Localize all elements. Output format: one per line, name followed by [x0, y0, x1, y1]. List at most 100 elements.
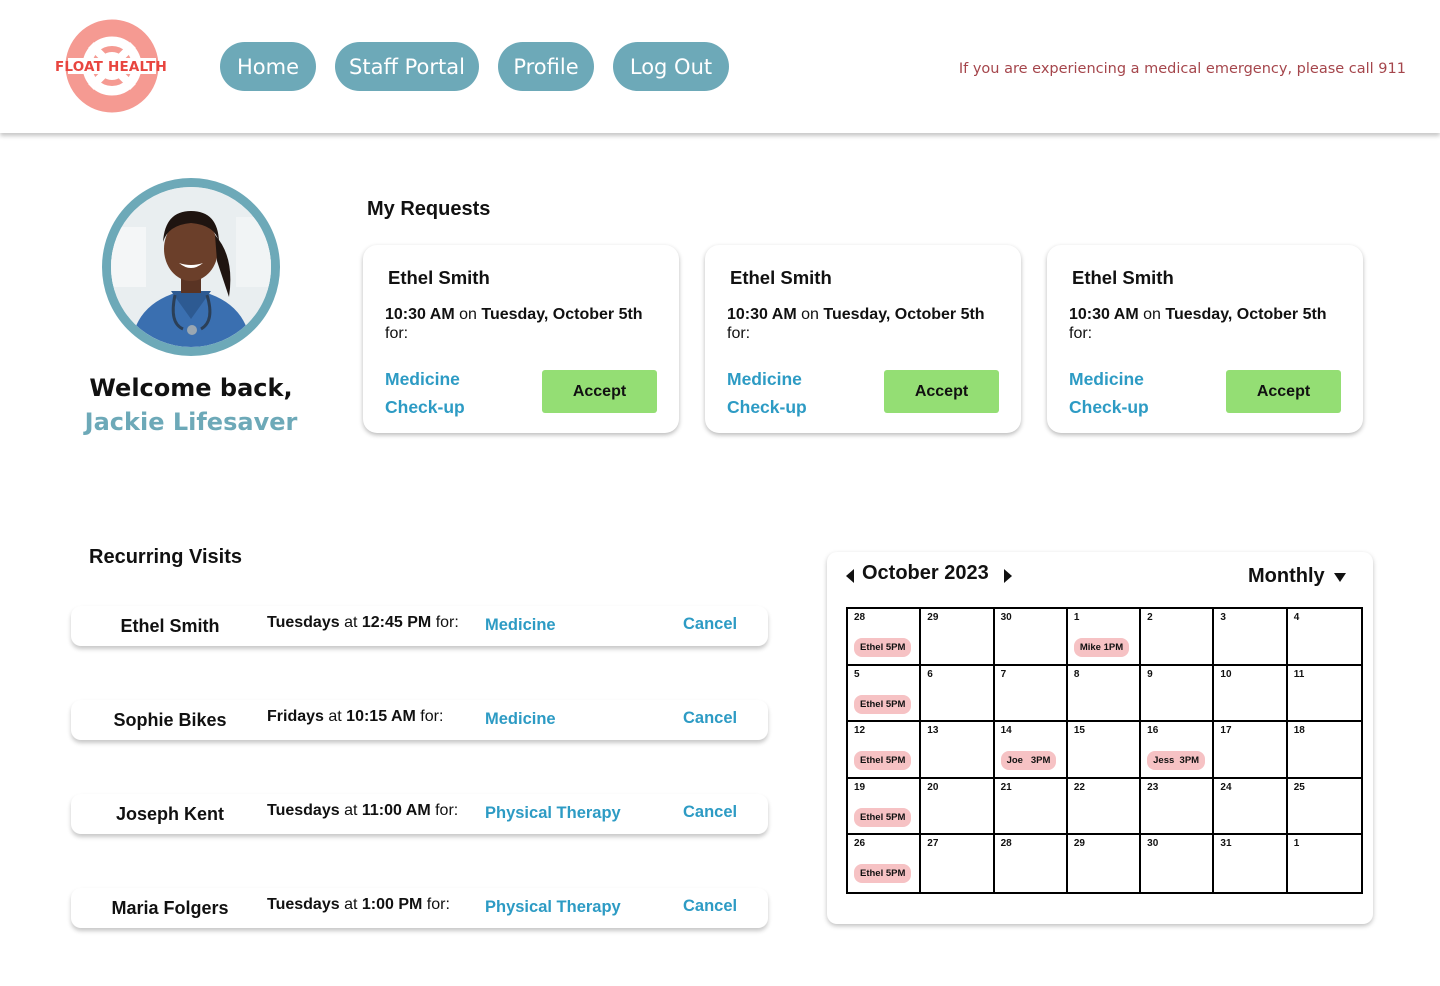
nav-home-button[interactable]: Home — [220, 42, 316, 91]
visit-patient-name: Joseph Kent — [115, 804, 225, 824]
nav-profile-button[interactable]: Profile — [498, 42, 594, 91]
calendar-event-chip[interactable]: Ethel 5PM — [854, 694, 912, 714]
calendar-day-cell[interactable]: 25 — [1287, 779, 1361, 836]
calendar-day-cell[interactable]: 23 — [1141, 778, 1215, 836]
accept-button[interactable]: Accept — [1226, 370, 1341, 413]
calendar-day-number: 11 — [1293, 668, 1305, 680]
calendar-day-cell[interactable]: 30 — [1141, 835, 1215, 892]
calendar-day-number: 14 — [1000, 725, 1012, 737]
calendar-day-cell[interactable]: 31 — [1214, 835, 1288, 892]
calendar-day-cell[interactable]: 29 — [921, 609, 995, 666]
recurring-visit-row: Joseph Kent Tuesdays at 11:00 AM for: Ph… — [71, 794, 768, 834]
cancel-button[interactable]: Cancel — [683, 615, 737, 634]
calendar-day-number: 26 — [854, 838, 866, 850]
calendar-day-cell[interactable]: 24 — [1214, 778, 1288, 836]
request-patient-name: Ethel Smith — [1072, 267, 1174, 288]
calendar-event-chip[interactable]: Mike 1PM — [1073, 638, 1130, 657]
recurring-visit-row: Sophie Bikes Fridays at 10:15 AM for: Me… — [71, 700, 768, 740]
calendar-day-cell[interactable]: 30 — [994, 609, 1068, 666]
calendar-day-cell[interactable]: 6 — [921, 665, 995, 723]
request-card: Ethel Smith 10:30 AM on Tuesday, October… — [363, 245, 679, 433]
calendar-event-chip[interactable]: Ethel 5PM — [854, 751, 912, 771]
visit-type: Medicine — [485, 710, 556, 728]
calendar-day-number: 30 — [1147, 838, 1159, 850]
calendar-day-cell[interactable]: 1 — [1288, 835, 1361, 892]
request-type: Medicine Check-up — [1069, 369, 1149, 417]
nurse-photo-icon — [111, 187, 271, 347]
calendar-day-cell[interactable]: 3 — [1214, 609, 1288, 666]
user-name: Jackie Lifesaver — [84, 408, 298, 436]
float-health-logo[interactable]: FLOAT HEALTH — [48, 18, 176, 116]
calendar-day-cell[interactable]: 21 — [994, 778, 1068, 836]
calendar-day-cell[interactable]: 14 Joe 3PM — [994, 722, 1068, 779]
visit-type: Physical Therapy — [485, 898, 621, 916]
calendar-event-chip[interactable]: Ethel 5PM — [854, 638, 912, 657]
calendar-day-cell[interactable]: 17 — [1214, 722, 1288, 779]
calendar-day-cell[interactable]: 4 — [1287, 609, 1361, 666]
calendar-day-number: 29 — [1073, 838, 1085, 850]
calendar-day-cell[interactable]: 29 — [1068, 835, 1142, 892]
calendar-day-number: 10 — [1220, 668, 1232, 680]
recurring-visits-title: Recurring Visits — [89, 546, 243, 568]
calendar-day-number: 29 — [927, 612, 939, 623]
calendar-day-number: 7 — [1000, 668, 1007, 680]
calendar-day-cell[interactable]: 15 — [1067, 722, 1142, 779]
calendar-day-cell[interactable]: 20 — [921, 778, 995, 836]
calendar-view-dropdown[interactable]: Monthly — [1248, 565, 1347, 588]
calendar-day-cell[interactable]: 26 Ethel 5PM — [848, 835, 922, 892]
calendar-day-number: 27 — [927, 838, 939, 850]
calendar-day-cell[interactable]: 13 — [921, 722, 995, 779]
calendar-day-number: 24 — [1220, 781, 1232, 793]
calendar-day-cell[interactable]: 2 — [1141, 609, 1215, 666]
calendar-view-label: Monthly — [1248, 565, 1325, 587]
cancel-button[interactable]: Cancel — [683, 709, 737, 728]
calendar-day-number: 25 — [1293, 781, 1305, 793]
calendar-day-cell[interactable]: 19 Ethel 5PM — [848, 778, 922, 836]
calendar-day-cell[interactable]: 18 — [1287, 722, 1361, 779]
nav-staff-portal-button[interactable]: Staff Portal — [335, 42, 479, 91]
calendar-day-cell[interactable]: 27 — [921, 835, 995, 892]
cancel-button[interactable]: Cancel — [683, 803, 737, 822]
calendar-day-number: 12 — [854, 725, 866, 737]
cancel-button[interactable]: Cancel — [683, 897, 737, 916]
calendar-day-cell[interactable]: 12 Ethel 5PM — [848, 722, 922, 779]
calendar-day-number: 9 — [1147, 668, 1153, 680]
calendar-event-chip[interactable]: Jess 3PM — [1147, 751, 1206, 771]
calendar-day-cell[interactable]: 1 Mike 1PM — [1067, 609, 1142, 666]
calendar-day-cell[interactable]: 28 Ethel 5PM — [848, 609, 922, 666]
calendar-day-cell[interactable]: 8 — [1067, 665, 1142, 723]
visit-patient-name: Sophie Bikes — [113, 710, 227, 730]
calendar-day-cell[interactable]: 5 Ethel 5PM — [848, 665, 922, 723]
visit-schedule: Fridays at 10:15 AM for: — [267, 708, 444, 725]
calendar-day-number: 3 — [1220, 612, 1226, 623]
calendar-day-number: 13 — [927, 725, 939, 737]
nav-logout-button[interactable]: Log Out — [613, 42, 729, 91]
calendar-day-cell[interactable]: 16 Jess 3PM — [1141, 722, 1215, 779]
calendar-day-number: 19 — [854, 781, 866, 793]
accept-button[interactable]: Accept — [884, 370, 999, 413]
request-datetime: 10:30 AM on Tuesday, October 5th — [1069, 306, 1327, 323]
calendar-event-chip[interactable]: Ethel 5PM — [854, 864, 912, 884]
request-datetime: 10:30 AM on Tuesday, October 5th — [727, 306, 985, 323]
next-month-icon[interactable] — [1002, 568, 1014, 584]
calendar-day-cell[interactable]: 10 — [1214, 665, 1288, 723]
visit-patient-name: Ethel Smith — [120, 616, 220, 636]
calendar-day-cell[interactable]: 22 — [1067, 778, 1142, 836]
accept-button[interactable]: Accept — [542, 370, 657, 413]
calendar-day-number: 1 — [1073, 612, 1080, 623]
calendar-event-chip[interactable]: Ethel 5PM — [854, 807, 912, 827]
calendar-day-cell[interactable]: 7 — [994, 665, 1068, 723]
recurring-visit-row: Maria Folgers Tuesdays at 1:00 PM for: P… — [71, 888, 768, 928]
previous-month-icon[interactable] — [844, 568, 856, 584]
calendar-day-number: 21 — [1000, 781, 1012, 793]
visit-schedule: Tuesdays at 1:00 PM for: — [267, 896, 450, 913]
welcome-text: Welcome back, — [89, 374, 293, 402]
calendar-day-cell[interactable]: 11 — [1287, 666, 1361, 723]
visit-type: Physical Therapy — [485, 804, 621, 822]
calendar-day-cell[interactable]: 28 — [995, 835, 1068, 892]
calendar-month-label: October 2023 — [862, 562, 989, 584]
top-header: FLOAT HEALTH Home Staff Portal Profile L… — [0, 0, 1440, 133]
calendar-event-chip[interactable]: Joe 3PM — [1000, 751, 1057, 771]
calendar-day-cell[interactable]: 9 — [1141, 665, 1215, 723]
calendar-day-number: 6 — [927, 668, 933, 680]
